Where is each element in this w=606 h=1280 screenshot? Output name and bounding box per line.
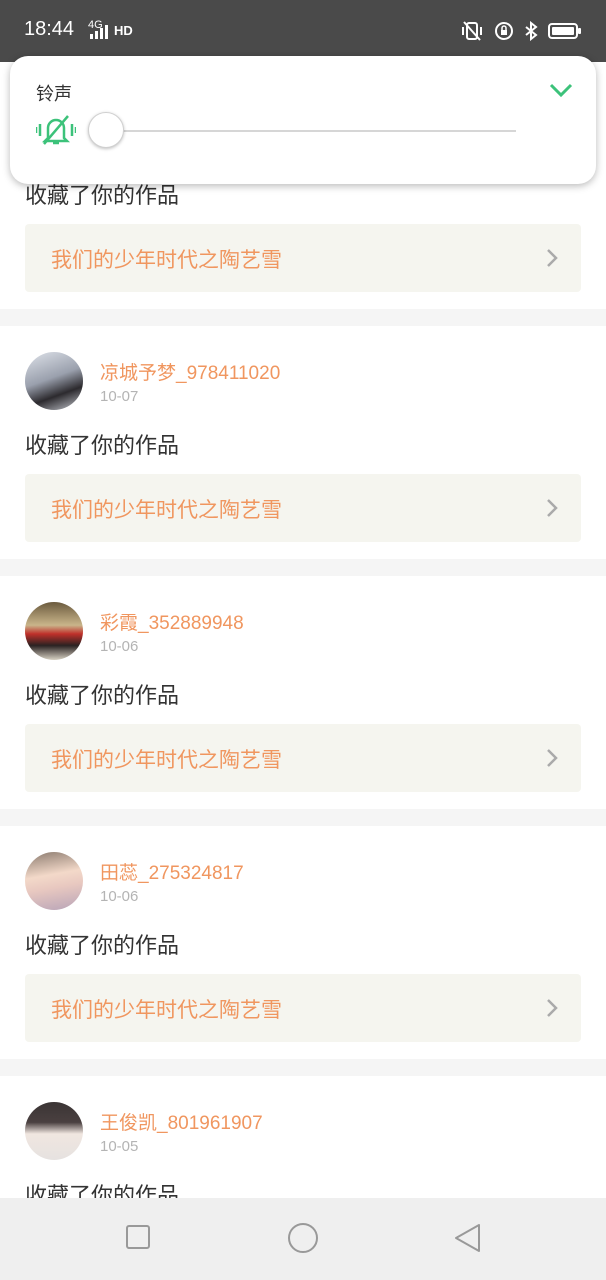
volume-slider-track[interactable] xyxy=(106,130,516,132)
chevron-right-icon xyxy=(547,249,558,267)
work-link[interactable]: 我们的少年时代之陶艺雪 xyxy=(25,224,581,292)
username[interactable]: 凉城予梦_978411020 xyxy=(100,358,280,385)
avatar[interactable] xyxy=(25,1102,83,1160)
back-icon[interactable] xyxy=(452,1222,482,1254)
hd-badge: HD xyxy=(114,23,133,38)
chevron-down-icon[interactable] xyxy=(548,80,574,100)
status-bar: 18:44 4G HD xyxy=(0,0,606,62)
volume-slider-thumb[interactable] xyxy=(88,112,124,148)
username[interactable]: 田蕊_275324817 xyxy=(100,858,244,885)
date: 10-06 xyxy=(100,638,139,655)
navigation-bar xyxy=(0,1198,606,1280)
vibrate-off-icon xyxy=(462,21,482,41)
username[interactable]: 彩霞_352889948 xyxy=(100,608,244,635)
work-title: 我们的少年时代之陶艺雪 xyxy=(51,998,282,1022)
chevron-right-icon xyxy=(547,999,558,1017)
battery-icon xyxy=(548,23,581,39)
home-icon[interactable] xyxy=(287,1222,319,1254)
status-icons xyxy=(460,20,582,42)
work-link[interactable]: 我们的少年时代之陶艺雪 xyxy=(25,474,581,542)
work-title: 我们的少年时代之陶艺雪 xyxy=(51,498,282,522)
action-text: 收藏了你的作品 xyxy=(25,684,180,709)
chevron-right-icon xyxy=(547,749,558,767)
username[interactable]: 王俊凯_801961907 xyxy=(100,1108,263,1135)
work-link[interactable]: 我们的少年时代之陶艺雪 xyxy=(25,724,581,792)
ringer-muted-icon[interactable] xyxy=(36,112,76,148)
work-title: 我们的少年时代之陶艺雪 xyxy=(51,248,282,272)
action-text: 收藏了你的作品 xyxy=(25,434,180,459)
signal-icon xyxy=(90,25,108,39)
list-item: 田蕊_275324817 10-06 收藏了你的作品 我们的少年时代之陶艺雪 xyxy=(0,826,606,1059)
work-title: 我们的少年时代之陶艺雪 xyxy=(51,748,282,772)
chevron-right-icon xyxy=(547,499,558,517)
ringtone-label: 铃声 xyxy=(36,84,72,105)
ringtone-volume-panel: 铃声 xyxy=(10,56,596,184)
date: 10-05 xyxy=(100,1138,139,1155)
status-time: 18:44 xyxy=(24,18,75,40)
list-item: 彩霞_352889948 10-06 收藏了你的作品 我们的少年时代之陶艺雪 xyxy=(0,576,606,809)
work-link[interactable]: 我们的少年时代之陶艺雪 xyxy=(25,974,581,1042)
recent-apps-icon[interactable] xyxy=(124,1222,152,1252)
action-text: 收藏了你的作品 xyxy=(25,934,180,959)
avatar[interactable] xyxy=(25,352,83,410)
date: 10-07 xyxy=(100,388,139,405)
avatar[interactable] xyxy=(25,602,83,660)
notification-feed: 收藏了你的作品 我们的少年时代之陶艺雪 凉城予梦_978411020 10-07… xyxy=(0,62,606,1198)
bluetooth-icon xyxy=(525,21,538,41)
date: 10-06 xyxy=(100,888,139,905)
rotation-lock-icon xyxy=(495,22,513,40)
list-item: 凉城予梦_978411020 10-07 收藏了你的作品 我们的少年时代之陶艺雪 xyxy=(0,326,606,559)
avatar[interactable] xyxy=(25,852,83,910)
action-text: 收藏了你的作品 xyxy=(25,1184,180,1198)
list-item: 王俊凯_801961907 10-05 收藏了你的作品 xyxy=(0,1076,606,1198)
